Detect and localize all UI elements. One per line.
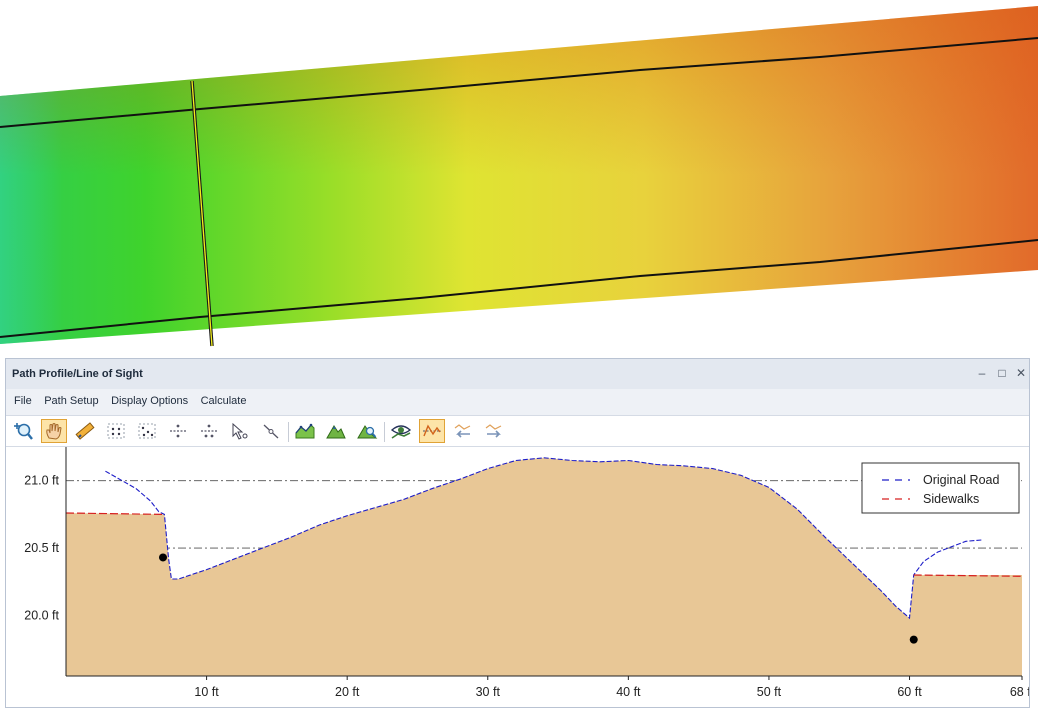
- data-marker: [909, 635, 918, 644]
- menu-calculate[interactable]: Calculate: [197, 389, 251, 413]
- toolbar-separator: [384, 422, 385, 442]
- window-title: Path Profile/Line of Sight: [12, 368, 143, 380]
- surface-edge-shading: [0, 6, 1038, 344]
- minimize-button[interactable]: –: [974, 365, 990, 381]
- menu-path-setup[interactable]: Path Setup: [40, 389, 102, 413]
- line-tool-icon[interactable]: [258, 419, 284, 443]
- close-button[interactable]: ✕: [1013, 365, 1029, 381]
- pan-hand-icon[interactable]: [41, 419, 67, 443]
- toolbar: [6, 415, 1029, 447]
- y-tick-label: 21.0 ft: [24, 474, 59, 488]
- x-tick-label: 60 ft: [897, 685, 922, 699]
- toolbar-separator: [288, 422, 289, 442]
- move-left-icon[interactable]: [450, 419, 476, 443]
- scatter-points-icon[interactable]: [134, 419, 160, 443]
- data-marker: [159, 553, 168, 562]
- x-axis: 10 ft 20 ft 30 ft 40 ft 50 ft 60 ft 68 ft: [66, 675, 1029, 699]
- menu-display-options[interactable]: Display Options: [107, 389, 192, 413]
- select-arrow-icon[interactable]: [227, 419, 253, 443]
- path-profile-window: Path Profile/Line of Sight – □ ✕ File Pa…: [5, 358, 1030, 708]
- legend-label-original-road: Original Road: [923, 473, 999, 487]
- divide-icon[interactable]: [165, 419, 191, 443]
- elevation-map-view[interactable]: [0, 0, 1038, 356]
- zoom-in-icon[interactable]: [10, 419, 36, 443]
- divide-points-icon[interactable]: [196, 419, 222, 443]
- profile-terrain-icon[interactable]: [292, 419, 318, 443]
- x-tick-label: 40 ft: [616, 685, 641, 699]
- profile-chart[interactable]: 10 ft 20 ft 30 ft 40 ft 50 ft 60 ft 68 ft 20.0…: [6, 447, 1029, 707]
- menu-file[interactable]: File: [10, 389, 36, 413]
- maximize-button[interactable]: □: [994, 365, 1010, 381]
- x-tick-label: 20 ft: [335, 685, 360, 699]
- x-tick-label: 30 ft: [476, 685, 501, 699]
- terrain-search-icon[interactable]: [354, 419, 380, 443]
- x-tick-label: 50 ft: [757, 685, 782, 699]
- legend: Original Road Sidewalks: [861, 462, 1020, 514]
- menu-bar: File Path Setup Display Options Calculat…: [6, 389, 1029, 413]
- y-tick-label: 20.5 ft: [24, 541, 59, 555]
- y-tick-label: 20.0 ft: [24, 608, 59, 622]
- y-axis: 20.0 ft 20.5 ft 21.0 ft: [24, 447, 67, 676]
- mountain-icon[interactable]: [323, 419, 349, 443]
- x-tick-label: 10 ft: [194, 685, 219, 699]
- measure-ruler-icon[interactable]: [72, 419, 98, 443]
- window-titlebar[interactable]: Path Profile/Line of Sight – □ ✕: [6, 359, 1029, 389]
- profile-line-icon[interactable]: [419, 419, 445, 443]
- line-of-sight-eye-icon[interactable]: [388, 419, 414, 443]
- move-right-icon[interactable]: [481, 419, 507, 443]
- grid-points-icon[interactable]: [103, 419, 129, 443]
- x-tick-label: 68 ft: [1010, 685, 1029, 699]
- legend-label-sidewalks: Sidewalks: [923, 492, 979, 506]
